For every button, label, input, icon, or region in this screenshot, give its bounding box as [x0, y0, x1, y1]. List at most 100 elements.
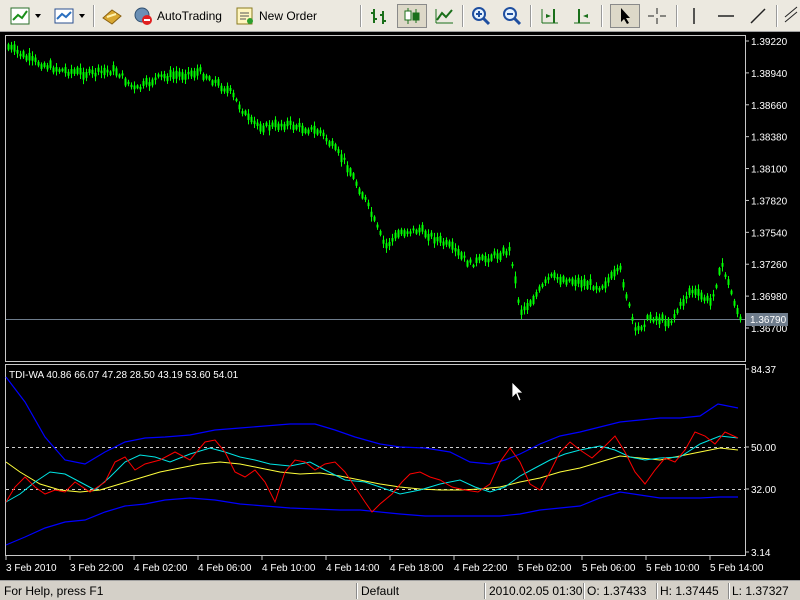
candle-body [163, 74, 166, 79]
candle-body [286, 120, 289, 127]
candle-body [121, 73, 124, 76]
candle-body [10, 44, 13, 50]
candle-body [271, 122, 274, 127]
candle-body [7, 44, 10, 50]
candle-body [277, 123, 280, 130]
line-chart-button[interactable] [431, 4, 457, 28]
candle-body [268, 124, 271, 131]
price-chart[interactable]: 1.39220 1.38940 1.38660 1.38380 1.38100 1.378… [0, 32, 800, 580]
candle-body [487, 258, 490, 263]
candle-body [709, 297, 712, 306]
candle-body [241, 111, 244, 114]
channel-tool-button[interactable] [782, 4, 800, 28]
candle-body [85, 72, 88, 78]
candle-body [19, 53, 22, 57]
candle-body [502, 247, 505, 254]
price-tick-label: 1.37540 [751, 228, 788, 239]
candle-body [715, 284, 718, 288]
candle-body [340, 154, 343, 163]
price-tick-label: 1.39220 [751, 37, 788, 48]
autoscroll-icon [574, 9, 590, 24]
candle-body [355, 181, 358, 186]
candle-body [442, 241, 445, 246]
candle-body [415, 229, 418, 234]
candle-body [589, 279, 592, 285]
time-tick-label: 4 Feb 02:00 [134, 563, 188, 574]
candle-body [385, 243, 388, 249]
crosshair-button[interactable] [644, 4, 670, 28]
candle-body [568, 278, 571, 282]
candle-body [238, 104, 241, 110]
candle-body [262, 125, 265, 133]
candle-body [418, 227, 421, 233]
candle-body [190, 70, 193, 77]
candle-body [109, 71, 112, 75]
candle-body [577, 277, 580, 284]
candle-body [556, 276, 559, 280]
candle-body [187, 71, 190, 75]
cursor-tool-button[interactable] [610, 4, 640, 28]
candle-body [679, 301, 682, 306]
candle-body [37, 61, 40, 66]
candle-body [364, 197, 367, 200]
upper-volatility-band [5, 376, 739, 465]
candle-body [106, 69, 109, 73]
candle-body [112, 65, 115, 72]
candle-body [721, 262, 724, 267]
chart-window[interactable]: 1.39220 1.38940 1.38660 1.38380 1.38100 1.378… [0, 32, 800, 580]
profiles-button[interactable] [52, 4, 88, 28]
price-tick-label: 1.36980 [751, 292, 788, 303]
zoom-in-button[interactable] [468, 4, 494, 28]
candle-body [565, 279, 568, 285]
candle-body [448, 241, 451, 247]
candle-body [337, 149, 340, 154]
candle-body [82, 72, 85, 80]
market-watch-button[interactable] [99, 4, 125, 28]
candle-body [661, 314, 664, 321]
candle-body [685, 296, 688, 299]
profiles-icon [54, 8, 85, 24]
bar-chart-button[interactable] [366, 4, 392, 28]
autoscroll-button[interactable] [569, 4, 595, 28]
candle-body [322, 132, 325, 137]
bar-chart-icon [371, 9, 386, 24]
candle-body [370, 211, 373, 217]
candle-body [451, 241, 454, 250]
candle-body [655, 316, 658, 321]
candle-body [586, 281, 589, 289]
candle-body [346, 165, 349, 173]
chart-shift-button[interactable] [537, 4, 563, 28]
candle-body [253, 120, 256, 125]
time-tick-label: 4 Feb 06:00 [198, 563, 252, 574]
indicator-frame [5, 364, 746, 556]
candle-body [211, 80, 214, 86]
zoom-out-button[interactable] [499, 4, 525, 28]
trendline-button[interactable] [746, 4, 770, 28]
candle-body [646, 315, 649, 320]
candle-body [172, 71, 175, 80]
new-order-button[interactable]: New Order [234, 4, 322, 28]
time-tick-label: 4 Feb 14:00 [326, 563, 380, 574]
new-chart-button[interactable] [8, 4, 44, 28]
candle-body [103, 67, 106, 76]
horizontal-line-button[interactable] [714, 4, 738, 28]
status-profile: Default [361, 584, 400, 598]
autotrading-button[interactable]: AutoTrading [132, 4, 228, 28]
candle-body [97, 67, 100, 72]
vertical-line-button[interactable] [682, 4, 706, 28]
candle-body [223, 88, 226, 92]
candle-body [493, 251, 496, 256]
candle-body [142, 81, 145, 86]
candle-body [151, 79, 154, 86]
candle-body [703, 297, 706, 301]
candle-body [625, 294, 628, 299]
lower-volatility-band [5, 491, 738, 546]
candlesticks-button[interactable] [397, 4, 427, 28]
candle-body [31, 56, 34, 61]
candle-body [406, 231, 409, 234]
candle-body [217, 79, 220, 86]
rsi-price-line [5, 431, 739, 513]
candle-body [73, 69, 76, 74]
candle-body [28, 52, 31, 61]
status-low: L: 1.37327 [732, 584, 789, 598]
